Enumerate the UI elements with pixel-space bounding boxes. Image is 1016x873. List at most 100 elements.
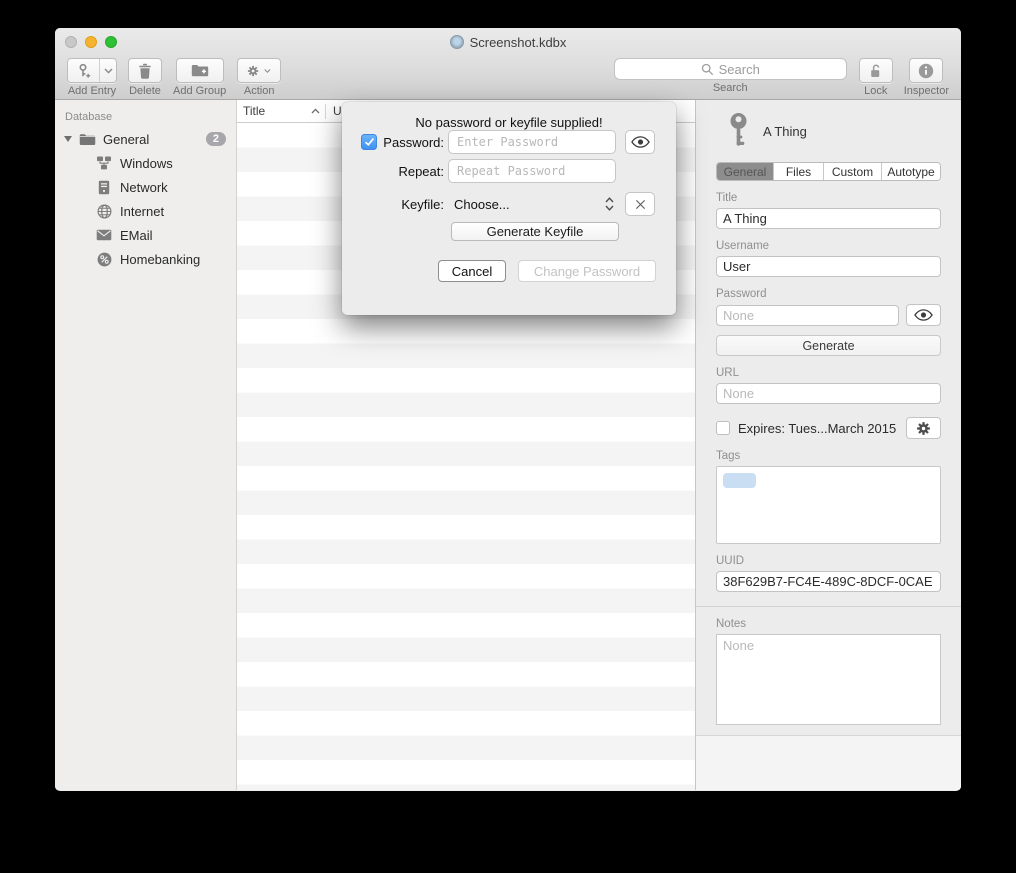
title-field[interactable]	[716, 208, 941, 229]
toolbar-item-add-entry: Add Entry	[67, 58, 117, 97]
show-password-button[interactable]	[625, 130, 655, 154]
expires-checkbox[interactable]	[716, 421, 730, 435]
keyfile-row: Keyfile: Choose...	[361, 192, 676, 216]
column-header-username[interactable]: U	[326, 104, 342, 118]
server-icon	[95, 180, 113, 195]
delete-button[interactable]	[128, 58, 162, 83]
change-password-button[interactable]: Change Password	[518, 260, 656, 282]
folder-icon	[78, 133, 96, 146]
inspector-footer	[696, 735, 961, 790]
sidebar-item-general[interactable]: General 2	[55, 127, 236, 151]
info-icon	[918, 63, 934, 79]
disclosure-triangle-icon[interactable]	[64, 136, 72, 142]
toolbar-item-add-group: Add Group	[173, 58, 226, 97]
sidebar-item-internet[interactable]: Internet	[55, 199, 236, 223]
gear-icon	[916, 421, 931, 436]
search-placeholder: Search	[719, 62, 760, 77]
percent-circle-icon	[95, 252, 113, 267]
close-button[interactable]	[65, 36, 77, 48]
minimize-button[interactable]	[85, 36, 97, 48]
add-group-caption: Add Group	[173, 85, 226, 97]
entry-title: A Thing	[763, 124, 807, 139]
tag-pill[interactable]	[723, 473, 756, 488]
enter-password-input[interactable]	[448, 130, 616, 154]
folder-plus-icon	[191, 64, 209, 77]
clear-keyfile-button[interactable]	[625, 192, 655, 216]
add-entry-button[interactable]	[67, 58, 117, 83]
sidebar-item-windows[interactable]: Windows	[55, 151, 236, 175]
close-x-icon	[635, 199, 646, 210]
toolbar-item-search: Search Search	[614, 58, 847, 94]
sidebar-item-label: Homebanking	[120, 252, 200, 267]
dialog-repeat-label: Repeat:	[378, 164, 444, 179]
lock-button[interactable]	[859, 58, 893, 83]
toolbar-item-delete: Delete	[128, 58, 162, 97]
action-dropdown-arrow	[264, 68, 271, 74]
titlebar: Screenshot.kdbx	[55, 28, 961, 56]
generate-password-button[interactable]: Generate	[716, 335, 941, 356]
eye-icon	[914, 309, 933, 321]
uuid-field[interactable]	[716, 571, 941, 592]
document-icon	[450, 35, 464, 49]
notes-label: Notes	[716, 618, 941, 630]
url-field[interactable]	[716, 383, 941, 404]
username-field[interactable]	[716, 256, 941, 277]
password-checkbox[interactable]	[361, 134, 377, 150]
dialog-buttons: Cancel Change Password	[342, 260, 656, 282]
expires-row: Expires: Tues...March 2015	[716, 417, 941, 439]
traffic-lights	[65, 36, 117, 48]
password-field[interactable]	[716, 305, 899, 326]
sidebar-item-label: Network	[120, 180, 168, 195]
tab-files[interactable]: Files	[774, 163, 824, 180]
trash-icon	[138, 63, 152, 79]
expires-settings-button[interactable]	[906, 417, 941, 439]
tab-custom[interactable]: Custom	[824, 163, 882, 180]
uuid-label: UUID	[716, 555, 941, 567]
sidebar-item-label: Windows	[120, 156, 173, 171]
window-title-text: Screenshot.kdbx	[470, 35, 567, 50]
notes-field[interactable]	[716, 634, 941, 725]
tags-field[interactable]	[716, 466, 941, 544]
dialog-keyfile-label: Keyfile:	[378, 197, 444, 212]
add-entry-dropdown-arrow[interactable]	[99, 59, 116, 82]
delete-caption: Delete	[129, 85, 161, 97]
sort-ascending-icon	[311, 108, 320, 114]
inspector-button[interactable]	[909, 58, 943, 83]
window-title: Screenshot.kdbx	[450, 35, 567, 50]
sidebar: Database General 2 Windows Network	[55, 100, 237, 790]
toolbar-item-lock: Lock	[859, 58, 893, 97]
zoom-button[interactable]	[105, 36, 117, 48]
keyfile-select[interactable]: Choose...	[448, 197, 616, 212]
sidebar-item-label: EMail	[120, 228, 153, 243]
window-header: Screenshot.kdbx Add Entry D	[55, 28, 961, 100]
password-row: Password:	[361, 130, 676, 154]
action-button[interactable]	[237, 58, 281, 83]
generate-keyfile-button[interactable]: Generate Keyfile	[451, 222, 619, 241]
title-label: Title	[716, 192, 941, 204]
dialog-message: No password or keyfile supplied!	[342, 115, 676, 130]
sidebar-item-homebanking[interactable]: Homebanking	[55, 247, 236, 271]
inspector-caption: Inspector	[904, 85, 949, 97]
key-icon	[728, 112, 749, 150]
username-label: Username	[716, 240, 941, 252]
tab-autotype[interactable]: Autotype	[882, 163, 940, 180]
tags-label: Tags	[716, 450, 941, 462]
sidebar-item-email[interactable]: EMail	[55, 223, 236, 247]
tab-general[interactable]: General	[717, 163, 774, 180]
stepper-icon	[605, 197, 614, 211]
sidebar-item-label: Internet	[120, 204, 164, 219]
key-plus-icon[interactable]	[68, 59, 99, 82]
lock-caption: Lock	[864, 85, 887, 97]
repeat-row: Repeat:	[361, 159, 676, 183]
repeat-password-input[interactable]	[448, 159, 616, 183]
password-label: Password	[716, 288, 941, 300]
column-header-title[interactable]: Title	[237, 104, 325, 118]
sidebar-item-network[interactable]: Network	[55, 175, 236, 199]
cancel-button[interactable]: Cancel	[438, 260, 506, 282]
unlocked-padlock-icon	[868, 63, 883, 79]
gear-icon	[247, 63, 259, 79]
action-caption: Action	[244, 85, 275, 97]
add-group-button[interactable]	[176, 58, 224, 83]
reveal-password-button[interactable]	[906, 304, 941, 326]
search-input[interactable]: Search	[614, 58, 847, 80]
